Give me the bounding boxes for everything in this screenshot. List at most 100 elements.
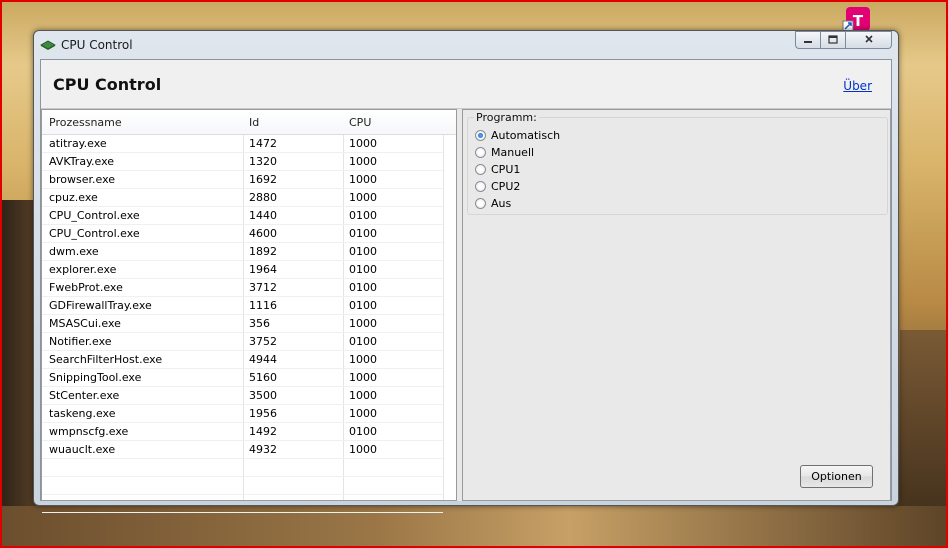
client-area: CPU Control Über Prozessname Id CPU atit…: [40, 59, 892, 513]
table-row[interactable]: atitray.exe 1472 1000: [42, 135, 443, 153]
process-name-cell: FwebProt.exe: [49, 281, 123, 294]
close-button[interactable]: [846, 31, 892, 49]
radio-button[interactable]: [475, 163, 486, 175]
table-row[interactable]: SearchFilterHost.exe 4944 1000: [42, 351, 443, 369]
cpu-affinity-cell: 1000: [349, 173, 377, 186]
cpu-affinity-cell: 1000: [349, 317, 377, 330]
process-name-cell: wmpnscfg.exe: [49, 425, 129, 438]
list-rows: atitray.exe 1472 1000 AVKTray.exe 1320 1000 br…: [42, 135, 443, 513]
process-name-cell: dwm.exe: [49, 245, 99, 258]
process-id-cell: 1956: [249, 407, 277, 420]
table-row[interactable]: Notifier.exe 3752 0100: [42, 333, 443, 351]
process-id-cell: 1492: [249, 425, 277, 438]
table-row[interactable]: taskeng.exe 1956 1000: [42, 405, 443, 423]
radio-option-cpu1[interactable]: CPU1: [475, 161, 520, 177]
process-id-cell: 3500: [249, 389, 277, 402]
cpu-control-window: CPU Control CPU Control Über Prozessname…: [33, 30, 899, 513]
radio-button[interactable]: [475, 129, 486, 141]
cpu-affinity-cell: 0100: [349, 299, 377, 312]
process-id-cell: 1116: [249, 299, 277, 312]
column-header-id[interactable]: Id: [249, 116, 259, 129]
process-name-cell: StCenter.exe: [49, 389, 120, 402]
table-row[interactable]: explorer.exe 1964 0100: [42, 261, 443, 279]
column-header-name[interactable]: Prozessname: [49, 116, 122, 129]
radio-button[interactable]: [475, 197, 486, 209]
process-name-cell: taskeng.exe: [49, 407, 116, 420]
cpu-affinity-cell: 1000: [349, 371, 377, 384]
table-row[interactable]: browser.exe 1692 1000: [42, 171, 443, 189]
cpu-affinity-cell: 0100: [349, 209, 377, 222]
table-row[interactable]: CPU_Control.exe 4600 0100: [42, 225, 443, 243]
minimize-button[interactable]: [795, 31, 821, 49]
radio-option-cpu2[interactable]: CPU2: [475, 178, 520, 194]
process-name-cell: cpuz.exe: [49, 191, 98, 204]
process-id-cell: 1964: [249, 263, 277, 276]
radio-option-manuell[interactable]: Manuell: [475, 144, 534, 160]
process-id-cell: 1892: [249, 245, 277, 258]
maximize-button[interactable]: [821, 31, 846, 49]
cpu-affinity-cell: 1000: [349, 389, 377, 402]
title-bar[interactable]: CPU Control: [34, 31, 898, 58]
options-button[interactable]: Optionen: [800, 465, 873, 488]
process-id-cell: 1692: [249, 173, 277, 186]
process-name-cell: CPU_Control.exe: [49, 209, 140, 222]
process-name-cell: browser.exe: [49, 173, 116, 186]
empty-row: [42, 477, 443, 495]
radio-button[interactable]: [475, 146, 486, 158]
cpu-affinity-cell: 1000: [349, 443, 377, 456]
table-row[interactable]: FwebProt.exe 3712 0100: [42, 279, 443, 297]
close-icon: [864, 33, 874, 47]
empty-row: [42, 459, 443, 477]
caption-buttons: [795, 31, 892, 49]
table-row[interactable]: GDFirewallTray.exe 1116 0100: [42, 297, 443, 315]
table-row[interactable]: dwm.exe 1892 0100: [42, 243, 443, 261]
cpu-affinity-cell: 0100: [349, 245, 377, 258]
table-row[interactable]: CPU_Control.exe 1440 0100: [42, 207, 443, 225]
empty-row: [42, 495, 443, 513]
table-row[interactable]: StCenter.exe 3500 1000: [42, 387, 443, 405]
radio-label: Aus: [491, 196, 512, 210]
process-id-cell: 2880: [249, 191, 277, 204]
process-id-cell: 5160: [249, 371, 277, 384]
page-title: CPU Control: [53, 75, 162, 94]
process-id-cell: 4944: [249, 353, 277, 366]
process-name-cell: atitray.exe: [49, 137, 107, 150]
settings-panel: Programm: Automatisch Manuell CPU1 CPU2 Aus …: [462, 109, 891, 501]
table-row[interactable]: AVKTray.exe 1320 1000: [42, 153, 443, 171]
process-id-cell: 1472: [249, 137, 277, 150]
maximize-icon: [828, 34, 838, 47]
process-id-cell: 356: [249, 317, 270, 330]
process-id-cell: 4932: [249, 443, 277, 456]
header: CPU Control Über: [41, 60, 891, 109]
cpu-affinity-cell: 0100: [349, 335, 377, 348]
list-header: Prozessname Id CPU: [42, 110, 456, 135]
table-row[interactable]: cpuz.exe 2880 1000: [42, 189, 443, 207]
process-id-cell: 3752: [249, 335, 277, 348]
cpu-affinity-cell: 1000: [349, 155, 377, 168]
radio-label: CPU2: [491, 179, 521, 193]
telekom-shortcut-icon[interactable]: T: [842, 5, 872, 33]
process-name-cell: Notifier.exe: [49, 335, 112, 348]
radio-option-automatisch[interactable]: Automatisch: [475, 127, 560, 143]
radio-button[interactable]: [475, 180, 486, 192]
program-group-legend: Programm:: [474, 111, 539, 124]
table-row[interactable]: SnippingTool.exe 5160 1000: [42, 369, 443, 387]
cpu-affinity-cell: 1000: [349, 353, 377, 366]
svg-text:T: T: [853, 12, 864, 30]
cpu-affinity-cell: 1000: [349, 407, 377, 420]
radio-option-aus[interactable]: Aus: [475, 195, 511, 211]
cpu-affinity-cell: 0100: [349, 263, 377, 276]
program-groupbox: Programm: Automatisch Manuell CPU1 CPU2 Aus: [467, 111, 888, 215]
process-id-cell: 4600: [249, 227, 277, 240]
table-row[interactable]: MSASCui.exe 356 1000: [42, 315, 443, 333]
column-header-cpu[interactable]: CPU: [349, 116, 371, 129]
process-name-cell: SnippingTool.exe: [49, 371, 142, 384]
process-name-cell: wuauclt.exe: [49, 443, 116, 456]
cpu-affinity-cell: 0100: [349, 281, 377, 294]
process-list[interactable]: Prozessname Id CPU atitray.exe 1472 1000 AV…: [41, 109, 457, 513]
about-link[interactable]: Über: [843, 79, 872, 93]
table-row[interactable]: wmpnscfg.exe 1492 0100: [42, 423, 443, 441]
window-title: CPU Control: [61, 38, 133, 52]
cpu-affinity-cell: 1000: [349, 137, 377, 150]
table-row[interactable]: wuauclt.exe 4932 1000: [42, 441, 443, 459]
